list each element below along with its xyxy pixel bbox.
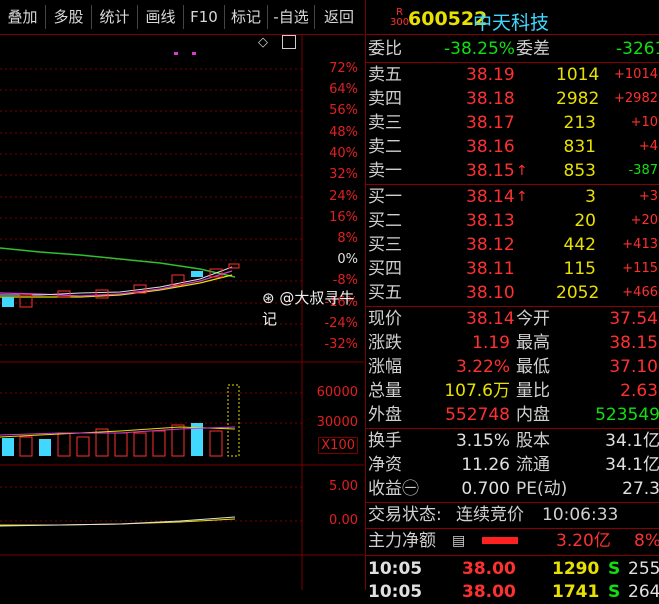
diamond-icon[interactable]: ◇ xyxy=(258,35,268,50)
up-arrow-icon: ↑ xyxy=(516,189,528,205)
pct-label: 8% xyxy=(337,231,358,246)
volume-label: 30000 xyxy=(316,415,358,430)
buy-level-2: 买二 38.13 20 +20 xyxy=(368,211,658,231)
volume-scale-label: X100 xyxy=(318,437,358,454)
pct-label: 64% xyxy=(329,82,358,97)
tab-overlay[interactable]: 叠加 xyxy=(0,5,46,29)
weibo-icon: ⊛ xyxy=(262,289,275,307)
buy-level-4: 买四 38.11 115 +115 xyxy=(368,259,658,279)
up-arrow-icon: ↑ xyxy=(516,163,528,179)
quote-row-pct: 涨幅 3.22% 最低 37.10 xyxy=(368,357,658,377)
main-flow-row[interactable]: 主力净额 ▤ 3.20亿 8% xyxy=(366,529,659,553)
watermark-text: @大叔寻牛记 xyxy=(262,289,355,328)
indicator-label: 0.00 xyxy=(329,513,358,528)
volume-label: 60000 xyxy=(316,385,358,400)
fund-row-turnover: 换手 3.15% 股本 34.1亿 xyxy=(368,431,659,451)
sell-level-4: 卖四 38.18 2982 +2982 xyxy=(368,89,658,109)
list-icon[interactable]: ▤ xyxy=(452,529,465,553)
tab-draw-line[interactable]: 画线 xyxy=(138,5,184,29)
quote-row-change: 涨跌 1.19 最高 38.15 xyxy=(368,333,658,353)
watermark: ⊛ @大叔寻牛记 xyxy=(262,287,364,329)
stock-badge: R 300 xyxy=(390,7,410,28)
pct-label: 56% xyxy=(329,103,358,118)
sell-level-3: 卖三 38.17 213 +10 xyxy=(368,113,658,133)
pct-label: 0% xyxy=(337,252,358,267)
chart-toolbar: 叠加 多股 统计 画线 F10 标记 -自选 返回 xyxy=(0,0,364,35)
stock-name: 中天科技 xyxy=(473,12,550,34)
sell-level-5: 卖五 38.19 1014 +1014 xyxy=(368,65,658,85)
tab-watchlist[interactable]: -自选 xyxy=(268,5,315,29)
tab-statistics[interactable]: 统计 xyxy=(92,5,138,29)
pct-label: 24% xyxy=(329,189,358,204)
fund-row-netasset: 净资 11.26 流通 34.1亿 xyxy=(368,455,659,475)
order-ratio-row: 委比 -38.25% 委差 -3261 xyxy=(368,39,659,59)
tick-row: 10:05 38.00 1290 S 255 xyxy=(368,559,659,579)
sell-level-2: 卖二 38.16 831 +4 xyxy=(368,137,658,157)
quote-panel: R300 600522 中天科技 委比 -38.25% 委差 -3261 卖五 … xyxy=(365,0,659,602)
tab-multi-stock[interactable]: 多股 xyxy=(46,5,92,29)
pct-label: 72% xyxy=(329,61,358,76)
quote-row-volume: 总量 107.6万 量比 2.63 xyxy=(368,381,658,401)
tab-back[interactable]: 返回 xyxy=(315,5,363,29)
panel-toggle-icon[interactable] xyxy=(282,35,296,49)
pct-label: 40% xyxy=(329,146,358,161)
pct-label: -32% xyxy=(324,337,358,352)
tick-row: 10:05 38.00 1741 S 264 xyxy=(368,582,659,602)
pct-label: 48% xyxy=(329,125,358,140)
flow-bar xyxy=(482,537,518,544)
kline-chart: ◇ 72% 64% 56% 48% 40% 32% 24% 16% 8% 0% … xyxy=(0,35,364,590)
quote-row-price: 现价 38.14 今开 37.54 xyxy=(368,309,658,329)
trade-status-row: 交易状态: 连续竞价 10:06:33 xyxy=(368,505,619,525)
buy-level-3: 买三 38.12 442 +413 xyxy=(368,235,658,255)
fund-row-eps: 收益㊀ 0.700 PE(动) 27.3 xyxy=(368,479,659,499)
pct-label: -8% xyxy=(332,273,358,288)
pct-label: 16% xyxy=(329,210,358,225)
pct-label: 32% xyxy=(329,167,358,182)
indicator-label: 5.00 xyxy=(329,479,358,494)
buy-level-5: 买五 38.10 2052 +466 xyxy=(368,283,658,303)
sell-level-1: 卖一 38.15 ↑ 853 -387 xyxy=(368,161,658,181)
tab-f10[interactable]: F10 xyxy=(184,5,225,29)
buy-level-1: 买一 38.14 ↑ 3 +3 xyxy=(368,187,658,207)
quote-row-outer: 外盘 552748 内盘 523549 xyxy=(368,405,659,425)
tab-mark[interactable]: 标记 xyxy=(225,5,268,29)
